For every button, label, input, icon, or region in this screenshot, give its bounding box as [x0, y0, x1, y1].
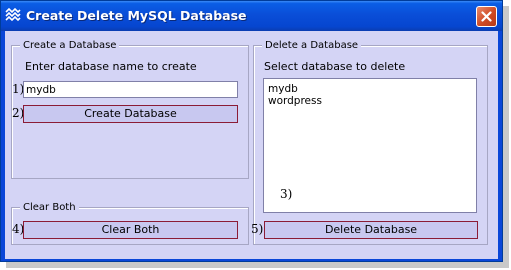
database-name-input[interactable]: [23, 81, 238, 98]
window-title: Create Delete MySQL Database: [26, 8, 247, 23]
close-icon: [481, 11, 492, 22]
delete-prompt: Select database to delete: [264, 60, 406, 73]
delete-group-title: Delete a Database: [262, 39, 362, 52]
dialog-window: Create Delete MySQL Database Create a Da…: [0, 0, 503, 262]
close-button[interactable]: [476, 6, 497, 27]
listbox-marker: 3): [280, 187, 293, 201]
clear-both-button[interactable]: Clear Both: [23, 221, 238, 239]
create-group-title: Create a Database: [20, 39, 120, 52]
database-listbox[interactable]: mydb wordpress 3): [263, 78, 477, 213]
list-item[interactable]: mydb: [268, 83, 298, 95]
list-item[interactable]: wordpress: [268, 95, 322, 107]
client-area: Create a Database Enter database name to…: [5, 31, 498, 259]
clear-group-title: Clear Both: [20, 201, 79, 214]
app-icon: [5, 8, 21, 22]
delete-button-marker: 5): [251, 222, 264, 236]
title-bar[interactable]: Create Delete MySQL Database: [1, 1, 502, 31]
create-prompt: Enter database name to create: [25, 60, 197, 73]
create-database-button[interactable]: Create Database: [23, 105, 238, 123]
delete-database-button[interactable]: Delete Database: [264, 221, 478, 239]
